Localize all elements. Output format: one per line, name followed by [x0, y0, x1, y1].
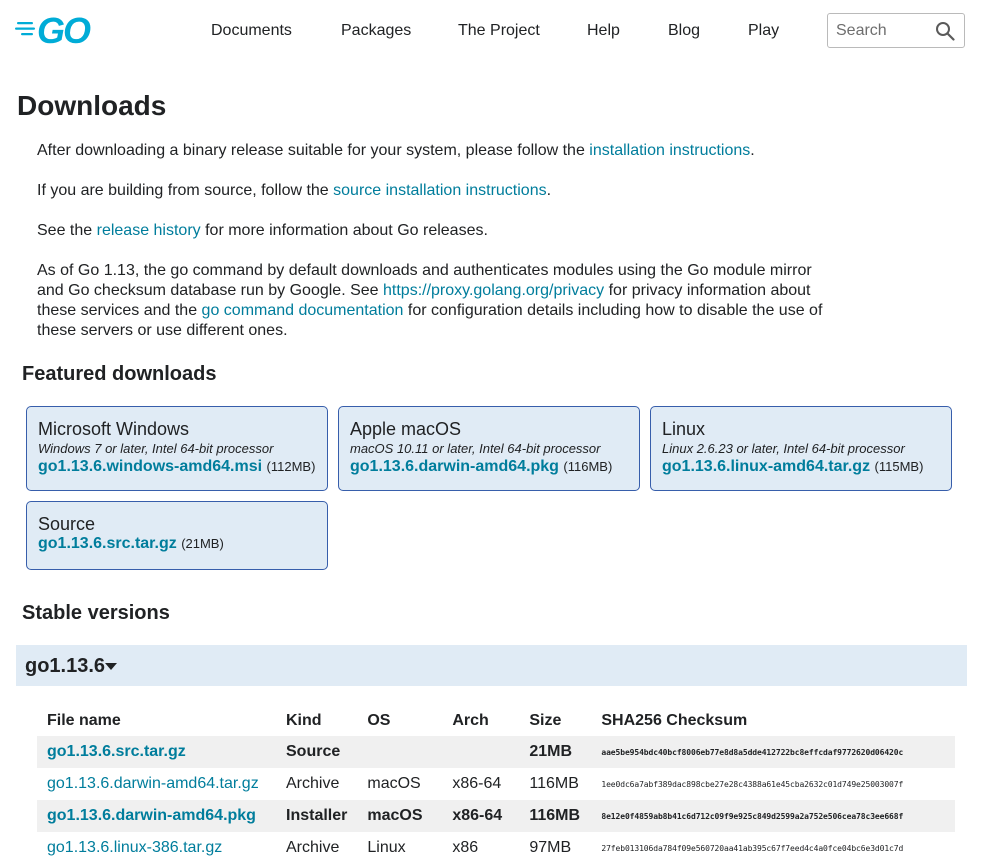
p2-end: . [546, 182, 552, 199]
col-file-name: File name [47, 712, 121, 729]
download-link[interactable]: go1.13.6.src.tar.gz [47, 743, 186, 760]
intro-paragraph-2: If you are building from source, follow … [37, 181, 837, 201]
table-row: go1.13.6.darwin-amd64.pkg Installer macO… [37, 800, 955, 832]
card-filename[interactable]: go1.13.6.windows-amd64.msi [38, 458, 262, 475]
col-checksum: SHA256 Checksum [601, 712, 748, 729]
page-title: Downloads [17, 90, 167, 121]
intro-paragraph-4: As of Go 1.13, the go command by default… [37, 261, 837, 341]
installation-instructions-link[interactable]: installation instructions [589, 142, 750, 159]
version-toggle[interactable]: go1.13.6 [16, 645, 967, 686]
card-requirements: Windows 7 or later, Intel 64-bit process… [38, 441, 274, 456]
site-header: GO Documents Packages The Project Help B… [0, 0, 992, 62]
card-requirements: macOS 10.11 or later, Intel 64-bit proce… [350, 441, 601, 456]
nav-blog[interactable]: Blog [668, 20, 700, 42]
nav-packages[interactable]: Packages [341, 20, 411, 42]
table-header-row: File name Kind OS Arch Size SHA256 Check… [37, 706, 955, 736]
download-link[interactable]: go1.13.6.linux-386.tar.gz [47, 839, 222, 856]
card-size: (116MB) [563, 459, 613, 474]
intro-paragraph-3: See the release history for more informa… [37, 221, 837, 241]
os-cell: macOS [367, 775, 421, 792]
table-row: go1.13.6.darwin-amd64.tar.gz Archive mac… [37, 768, 955, 800]
card-platform: Apple macOS [350, 419, 462, 439]
kind-cell: Installer [276, 800, 358, 832]
stable-versions-title: Stable versions [22, 602, 170, 624]
caret-down-icon [105, 663, 117, 670]
table-row: go1.13.6.src.tar.gz Source 21MB aae5be95… [37, 736, 955, 768]
featured-card-windows[interactable]: Microsoft Windows Windows 7 or later, In… [26, 406, 328, 491]
go-command-docs-link[interactable]: go command documentation [202, 302, 404, 319]
nav-play[interactable]: Play [748, 20, 779, 42]
checksum-cell: 8e12e0f4859ab8b41c6d712c09f9e925c849d259… [591, 800, 955, 832]
checksum-cell: 1ee0dc6a7abf389dac898cbe27e28c4388a61e45… [601, 779, 904, 789]
search-box [827, 13, 965, 48]
featured-card-macos[interactable]: Apple macOS macOS 10.11 or later, Intel … [338, 406, 640, 491]
arch-cell: x86 [452, 839, 479, 856]
p1-end: . [750, 142, 755, 159]
go-logo-text: GO [37, 13, 91, 47]
card-filename[interactable]: go1.13.6.linux-amd64.tar.gz [662, 458, 870, 475]
size-cell: 21MB [519, 736, 592, 768]
search-input[interactable] [836, 21, 932, 41]
p1-text: After downloading a binary release suita… [37, 142, 590, 159]
arch-cell [442, 736, 520, 768]
p3-text: See the [37, 222, 97, 239]
p2-text: If you are building from source, follow … [37, 182, 334, 199]
card-size: (21MB) [181, 536, 224, 551]
os-cell: macOS [357, 800, 443, 832]
nav-help[interactable]: Help [587, 20, 620, 42]
size-cell: 97MB [529, 839, 572, 856]
table-row: go1.13.6.linux-386.tar.gz Archive Linux … [37, 832, 955, 864]
kind-cell: Archive [286, 839, 340, 856]
downloads-table: File name Kind OS Arch Size SHA256 Check… [37, 706, 955, 864]
arch-cell: x86-64 [452, 775, 502, 792]
kind-cell: Archive [286, 775, 340, 792]
version-label: go1.13.6 [25, 655, 106, 677]
p3-end: for more information about Go releases. [200, 222, 488, 239]
featured-downloads-title: Featured downloads [22, 363, 217, 385]
release-history-link[interactable]: release history [97, 222, 201, 239]
os-cell: Linux [367, 839, 406, 856]
size-cell: 116MB [529, 775, 579, 792]
nav-documents[interactable]: Documents [211, 20, 292, 42]
intro-paragraph-1: After downloading a binary release suita… [37, 141, 837, 161]
card-filename[interactable]: go1.13.6.src.tar.gz [38, 535, 177, 552]
card-size: (115MB) [874, 459, 924, 474]
go-logo[interactable]: GO [15, 13, 99, 47]
featured-card-source[interactable]: Source go1.13.6.src.tar.gz (21MB) [26, 501, 328, 570]
col-os: OS [367, 712, 391, 729]
featured-card-linux[interactable]: Linux Linux 2.6.23 or later, Intel 64-bi… [650, 406, 952, 491]
os-cell [357, 736, 443, 768]
download-link[interactable]: go1.13.6.darwin-amd64.pkg [47, 807, 256, 824]
col-arch: Arch [452, 712, 489, 729]
source-installation-link[interactable]: source installation instructions [333, 182, 546, 199]
card-size: (112MB) [266, 459, 316, 474]
card-platform: Linux [662, 419, 706, 439]
col-kind: Kind [286, 712, 322, 729]
kind-cell: Source [276, 736, 358, 768]
nav-the-project[interactable]: The Project [458, 20, 540, 42]
checksum-cell: 27feb013106da784f09e560720aa41ab395c67f7… [601, 843, 904, 853]
download-link[interactable]: go1.13.6.darwin-amd64.tar.gz [47, 775, 259, 792]
search-icon[interactable] [935, 21, 955, 41]
arch-cell: x86-64 [442, 800, 520, 832]
card-platform: Microsoft Windows [38, 419, 190, 439]
proxy-privacy-link[interactable]: https://proxy.golang.org/privacy [383, 282, 604, 299]
card-requirements: Linux 2.6.23 or later, Intel 64-bit proc… [662, 441, 905, 456]
card-filename[interactable]: go1.13.6.darwin-amd64.pkg [350, 458, 559, 475]
checksum-cell: aae5be954bdc40bcf8006eb77e8d8a5dde412722… [591, 736, 955, 768]
size-cell: 116MB [519, 800, 592, 832]
card-platform: Source [38, 514, 96, 534]
col-size: Size [529, 712, 562, 729]
